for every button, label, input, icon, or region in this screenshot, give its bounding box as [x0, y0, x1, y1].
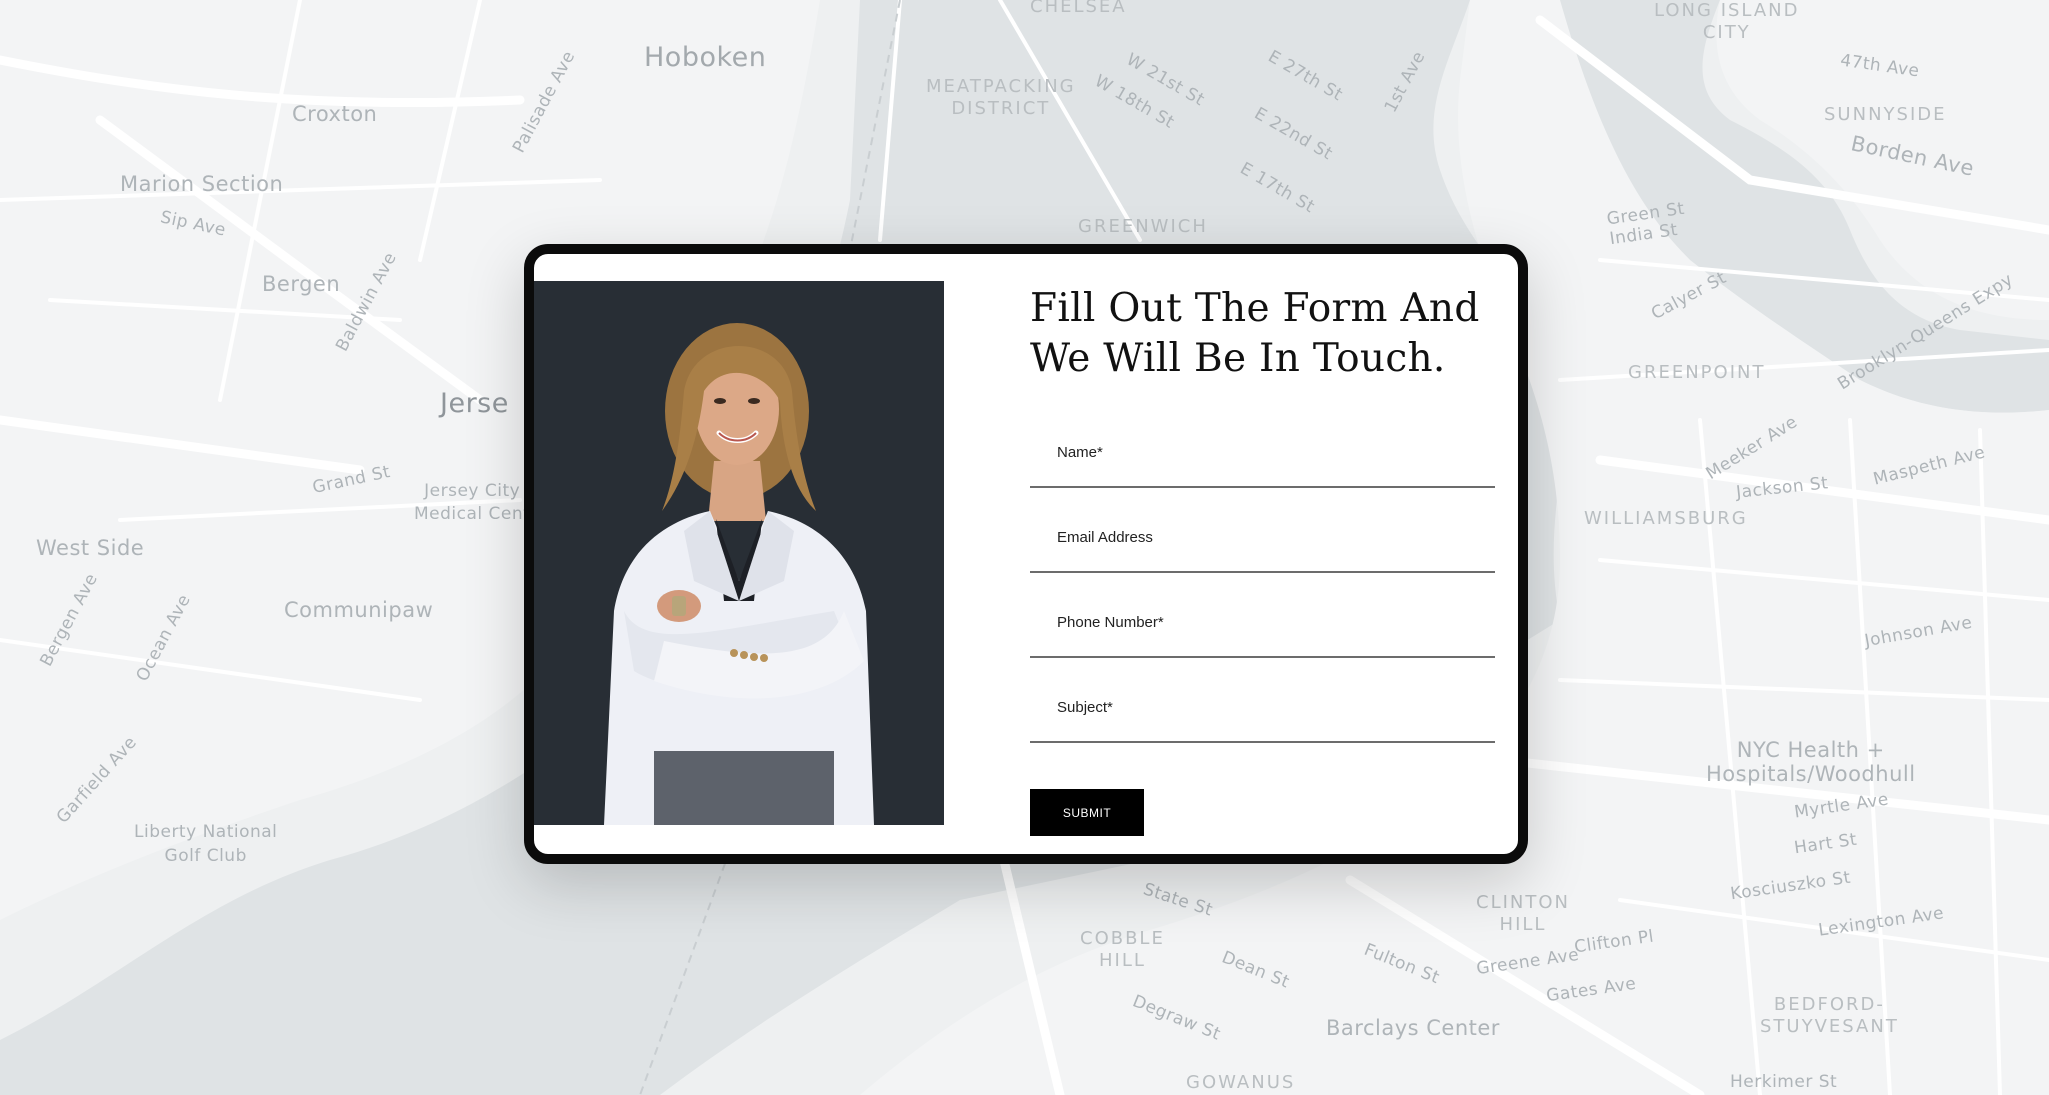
phone-field[interactable]: Phone Number*	[1030, 594, 1495, 658]
subject-field-label: Subject*	[1057, 699, 1113, 716]
map-label-barclays-center: Barclays Center	[1326, 1016, 1500, 1040]
map-label-greenwich: GREENWICH	[1078, 216, 1208, 237]
map-label-chelsea: CHELSEA	[1030, 0, 1127, 17]
map-label-jersey-city-medical: Jersey City Medical Cent	[414, 481, 531, 524]
map-label-nyc-health: NYC Health + Hospitals/Woodhull	[1706, 738, 1916, 786]
map-label-meatpacking: MEATPACKING DISTRICT	[926, 76, 1076, 119]
contact-form: Fill Out The Form And We Will Be In Touc…	[1030, 284, 1495, 743]
email-field-label: Email Address	[1057, 529, 1153, 546]
email-field[interactable]: Email Address	[1030, 509, 1495, 573]
form-heading: Fill Out The Form And We Will Be In Touc…	[1030, 286, 1480, 381]
agent-portrait-illustration	[534, 281, 944, 825]
map-label-cobble-hill: COBBLE HILL	[1080, 928, 1165, 971]
map-label-liberty-national: Liberty National Golf Club	[134, 822, 278, 866]
name-field-label: Name*	[1057, 444, 1103, 461]
map-label-hoboken: Hoboken	[644, 42, 767, 73]
agent-photo	[534, 281, 944, 825]
map-label-greenpoint: GREENPOINT	[1628, 362, 1766, 383]
subject-field[interactable]: Subject*	[1030, 679, 1495, 743]
map-label-bedford-stuyvesant: BEDFORD- STUYVESANT	[1760, 994, 1899, 1037]
map-label-long-island-city: LONG ISLAND CITY	[1654, 0, 1800, 43]
phone-field-label: Phone Number*	[1057, 614, 1164, 631]
map-label-sunnyside: SUNNYSIDE	[1824, 104, 1947, 125]
map-label-gowanus: GOWANUS	[1186, 1072, 1296, 1093]
map-label-williamsburg: WILLIAMSBURG	[1584, 508, 1748, 529]
map-label-herkimer-st: Herkimer St	[1730, 1072, 1838, 1092]
map-label-jersey: Jerse	[440, 388, 509, 419]
submit-button[interactable]: SUBMIT	[1030, 789, 1144, 836]
name-field[interactable]: Name*	[1030, 424, 1495, 488]
map-label-communipaw: Communipaw	[284, 598, 434, 622]
map-label-marion-section: Marion Section	[120, 172, 284, 196]
map-label-clinton-hill: CLINTON HILL	[1476, 892, 1570, 935]
map-label-west-side: West Side	[36, 536, 145, 560]
map-label-croxton: Croxton	[292, 102, 378, 126]
contact-modal: Fill Out The Form And We Will Be In Touc…	[524, 244, 1528, 864]
map-label-bergen: Bergen	[262, 272, 341, 296]
